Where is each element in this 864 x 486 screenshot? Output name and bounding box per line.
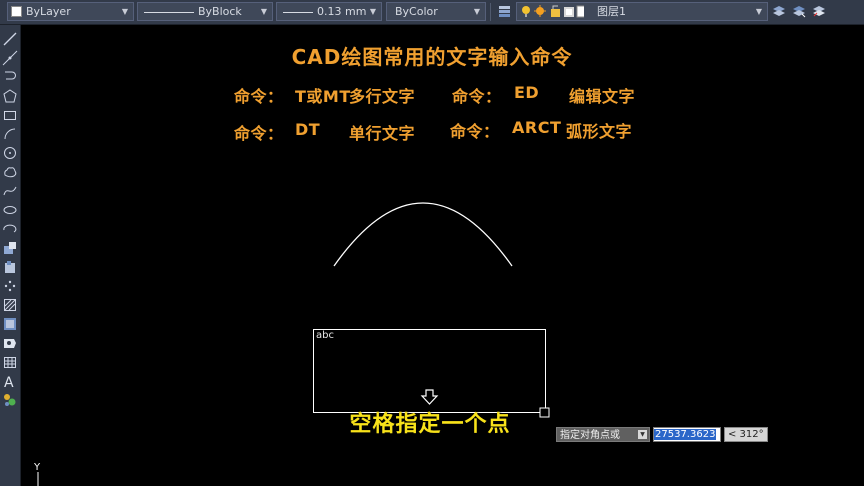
prompt-text: 指定对角点或 [560,430,620,441]
dynamic-input-angle[interactable]: < 312° [724,427,768,442]
distance-value: 27537.3623 [654,429,717,440]
text-window-label: abc [316,330,334,341]
dynamic-input-prompt[interactable]: 指定对角点或 ▼ [556,427,650,442]
options-arrow-icon[interactable]: ▼ [638,430,647,439]
ucs-y-label: Y [33,462,41,473]
ucs-icon: Y [33,462,41,486]
arc-entity[interactable] [333,202,513,267]
subtitle-caption: 空格指定一个点 [349,412,511,437]
cursor-arrow-icon [420,389,439,405]
dynamic-input-distance[interactable]: 27537.3623 [653,427,721,442]
